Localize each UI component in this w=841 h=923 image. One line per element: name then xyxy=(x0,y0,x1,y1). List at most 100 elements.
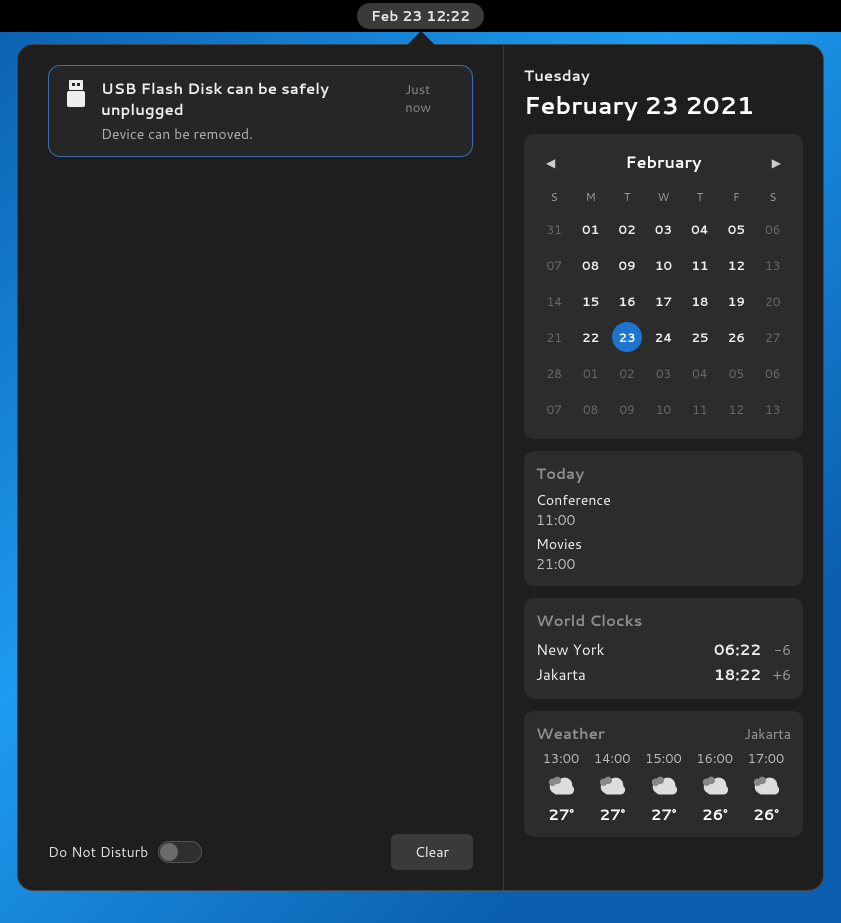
event-item[interactable]: Conference11:00 xyxy=(536,490,791,530)
weekday-label: Tuesday xyxy=(524,65,803,86)
calendar-day[interactable]: 11 xyxy=(682,247,718,283)
calendar-day[interactable]: 21 xyxy=(536,319,572,355)
clock-offset: +6 xyxy=(761,665,791,685)
calendar-day[interactable]: 07 xyxy=(536,247,572,283)
notification-timestamp: Just now xyxy=(405,81,456,117)
clock-city: New York xyxy=(536,639,714,660)
forecast-temp: 26° xyxy=(702,804,728,825)
popover-arrow xyxy=(407,31,435,45)
event-name: Movies xyxy=(536,534,791,554)
calendar-day[interactable]: 15 xyxy=(572,283,608,319)
calendar-day[interactable]: 17 xyxy=(645,283,681,319)
forecast-temp: 26° xyxy=(753,804,779,825)
forecast-item: 17:00 26° xyxy=(741,750,791,825)
calendar-day[interactable]: 10 xyxy=(645,247,681,283)
world-clocks-heading: World Clocks xyxy=(536,610,791,631)
event-time: 21:00 xyxy=(536,554,791,574)
forecast-time: 13:00 xyxy=(543,750,580,768)
weather-heading: Weather xyxy=(536,723,605,744)
usb-icon xyxy=(65,80,87,110)
notifications-pane: USB Flash Disk can be safely unplugged J… xyxy=(18,45,504,890)
prev-month-icon[interactable]: ◀ xyxy=(540,150,561,175)
calendar-day[interactable]: 08 xyxy=(572,247,608,283)
calendar-day[interactable]: 25 xyxy=(682,319,718,355)
notification-title: USB Flash Disk can be safely unplugged xyxy=(101,78,395,120)
calendar-day[interactable]: 05 xyxy=(718,211,754,247)
cloudy-icon xyxy=(546,774,576,798)
calendar-day[interactable]: 22 xyxy=(572,319,608,355)
calendar-day[interactable]: 04 xyxy=(682,355,718,391)
do-not-disturb: Do Not Disturb xyxy=(48,841,202,863)
calendar-day[interactable]: 16 xyxy=(609,283,645,319)
month-label: February xyxy=(626,151,702,174)
clock-time: 18:22 xyxy=(714,664,761,685)
top-bar: Feb 23 12:22 xyxy=(0,0,841,32)
dnd-toggle[interactable] xyxy=(158,841,202,863)
calendar-card: ◀ February ▶ SMTWTFS 3101020304050607080… xyxy=(524,134,803,439)
weather-location: Jakarta xyxy=(744,724,791,744)
forecast-time: 14:00 xyxy=(594,750,631,768)
date-header: Tuesday February 23 2021 xyxy=(524,65,803,122)
calendar-day[interactable]: 11 xyxy=(682,391,718,427)
calendar-day[interactable]: 02 xyxy=(609,355,645,391)
calendar-day[interactable]: 10 xyxy=(645,391,681,427)
forecast-temp: 27° xyxy=(599,804,625,825)
calendar-day[interactable]: 20 xyxy=(755,283,791,319)
calendar-day[interactable]: 12 xyxy=(718,391,754,427)
event-time: 11:00 xyxy=(536,510,791,530)
calendar-day[interactable]: 13 xyxy=(755,391,791,427)
dnd-label: Do Not Disturb xyxy=(48,842,148,862)
fulldate-label: February 23 2021 xyxy=(524,88,803,122)
calendar-day[interactable]: 14 xyxy=(536,283,572,319)
calendar-day[interactable]: 27 xyxy=(755,319,791,355)
world-clock-row: Jakarta18:22+6 xyxy=(536,662,791,687)
calendar-day[interactable]: 01 xyxy=(572,355,608,391)
calendar-day[interactable]: 07 xyxy=(536,391,572,427)
clock-pill[interactable]: Feb 23 12:22 xyxy=(357,3,484,29)
cloudy-icon xyxy=(751,774,781,798)
calendar-day[interactable]: 03 xyxy=(645,211,681,247)
forecast-time: 17:00 xyxy=(748,750,785,768)
calendar-dow: T xyxy=(682,183,718,211)
notification-card[interactable]: USB Flash Disk can be safely unplugged J… xyxy=(48,65,473,157)
calendar-dow: T xyxy=(609,183,645,211)
calendar-day[interactable]: 09 xyxy=(609,247,645,283)
calendar-day[interactable]: 06 xyxy=(755,211,791,247)
calendar-day[interactable]: 08 xyxy=(572,391,608,427)
calendar-day[interactable]: 18 xyxy=(682,283,718,319)
calendar-day[interactable]: 26 xyxy=(718,319,754,355)
cloudy-icon xyxy=(700,774,730,798)
calendar-day[interactable]: 01 xyxy=(572,211,608,247)
calendar-day[interactable]: 03 xyxy=(645,355,681,391)
calendar-day[interactable]: 04 xyxy=(682,211,718,247)
calendar-day-today[interactable]: 23 xyxy=(609,319,645,355)
notification-subtitle: Device can be removed. xyxy=(101,124,456,144)
calendar-dow: M xyxy=(572,183,608,211)
calendar-dow: F xyxy=(718,183,754,211)
clear-button[interactable]: Clear xyxy=(391,834,473,870)
calendar-day[interactable]: 02 xyxy=(609,211,645,247)
calendar-day[interactable]: 12 xyxy=(718,247,754,283)
notification-body: USB Flash Disk can be safely unplugged J… xyxy=(101,78,456,144)
calendar-day[interactable]: 19 xyxy=(718,283,754,319)
weather-card[interactable]: Weather Jakarta 13:0027°14:0027°15:0027°… xyxy=(524,711,803,837)
calendar-day[interactable]: 09 xyxy=(609,391,645,427)
calendar-popover: USB Flash Disk can be safely unplugged J… xyxy=(17,44,824,891)
calendar-pane: Tuesday February 23 2021 ◀ February ▶ SM… xyxy=(504,45,823,890)
forecast-item: 16:0026° xyxy=(690,750,740,825)
calendar-day[interactable]: 31 xyxy=(536,211,572,247)
notifications-footer: Do Not Disturb Clear xyxy=(48,834,473,870)
cloudy-icon xyxy=(649,774,679,798)
calendar-dow: W xyxy=(645,183,681,211)
calendar-day[interactable]: 13 xyxy=(755,247,791,283)
event-item[interactable]: Movies21:00 xyxy=(536,534,791,574)
world-clocks-card[interactable]: World Clocks New York06:22-6Jakarta18:22… xyxy=(524,598,803,699)
calendar-day[interactable]: 24 xyxy=(645,319,681,355)
calendar-day[interactable]: 06 xyxy=(755,355,791,391)
world-clock-row: New York06:22-6 xyxy=(536,637,791,662)
calendar-day[interactable]: 05 xyxy=(718,355,754,391)
forecast-item: 13:0027° xyxy=(536,750,586,825)
calendar-day[interactable]: 28 xyxy=(536,355,572,391)
next-month-icon[interactable]: ▶ xyxy=(766,150,787,175)
today-card[interactable]: Today Conference11:00Movies21:00 xyxy=(524,451,803,586)
